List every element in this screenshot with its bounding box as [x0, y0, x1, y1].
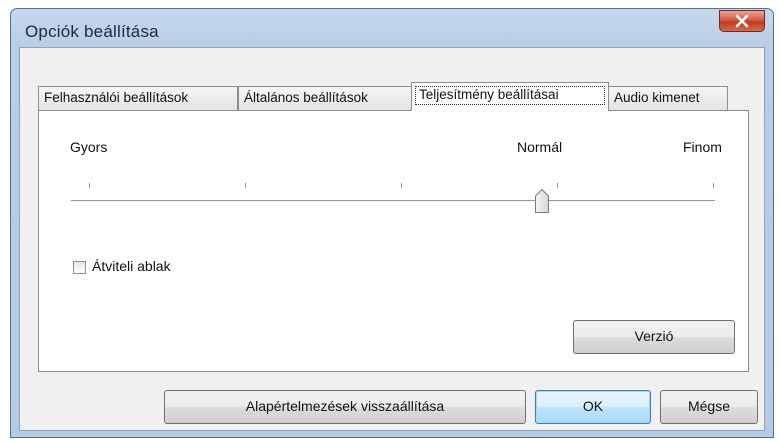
tab-label: Teljesítmény beállításai: [419, 87, 559, 102]
transfer-window-checkbox[interactable]: [73, 261, 86, 274]
tab-general-settings[interactable]: Általános beállítások: [238, 86, 412, 110]
tab-user-settings[interactable]: Felhasználói beállítások: [38, 86, 238, 110]
tab-label: Általános beállítások: [244, 90, 368, 105]
slider-label-fine: Finom: [683, 139, 722, 155]
slider-tick: [713, 183, 714, 188]
transfer-window-label: Átviteli ablak: [92, 258, 171, 274]
slider-tick: [89, 183, 90, 188]
title-bar[interactable]: Opciók beállítása: [11, 9, 773, 47]
performance-tab-panel: Gyors Normál Finom Átviteli ablak Verzió: [38, 110, 749, 372]
ok-button[interactable]: OK: [535, 390, 651, 424]
slider-tick: [245, 183, 246, 188]
slider-label-fast: Gyors: [70, 139, 108, 155]
dialog-window: Opciók beállítása Felhasználói beállítás…: [10, 8, 774, 438]
cancel-button[interactable]: Mégse: [660, 390, 758, 424]
reset-defaults-button[interactable]: Alapértelmezések visszaállítása: [164, 390, 526, 424]
slider-thumb[interactable]: [534, 188, 550, 214]
tab-label: Audio kimenet: [614, 90, 700, 105]
tab-label: Felhasználói beállítások: [44, 90, 189, 105]
slider-label-normal: Normál: [517, 139, 563, 155]
slider-tick: [401, 183, 402, 188]
close-icon: [735, 14, 749, 28]
dialog-client-area: Felhasználói beállítások Általános beáll…: [19, 47, 765, 431]
tab-audio-output[interactable]: Audio kimenet: [608, 86, 728, 110]
tab-performance-settings[interactable]: Teljesítmény beállításai: [411, 82, 609, 111]
close-button[interactable]: [719, 10, 765, 32]
version-button[interactable]: Verzió: [573, 320, 735, 354]
slider-tick: [557, 183, 558, 188]
window-title: Opciók beállítása: [25, 22, 159, 41]
quality-slider-track[interactable]: [71, 200, 715, 202]
